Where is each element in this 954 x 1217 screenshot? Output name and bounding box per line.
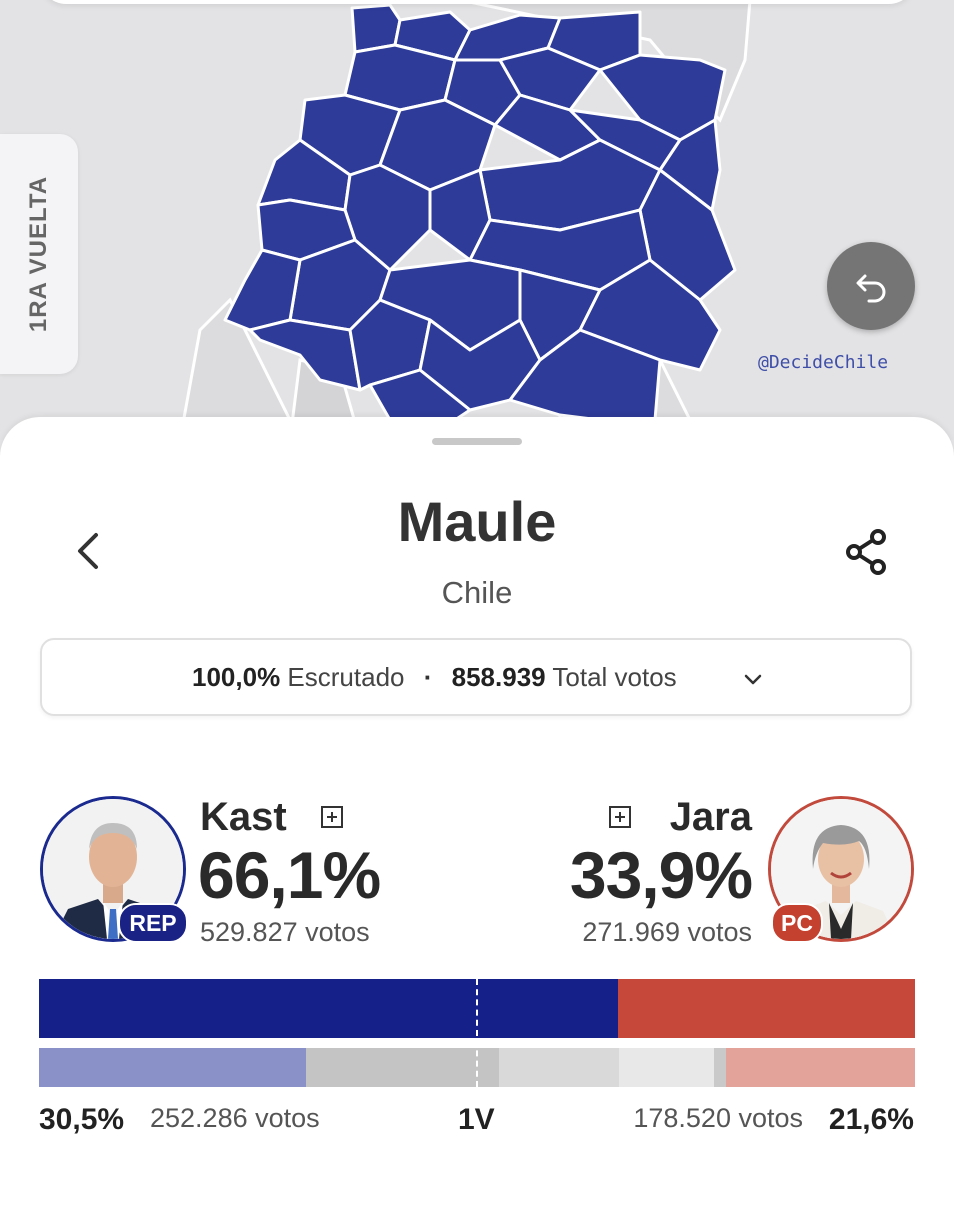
- share-icon: [846, 529, 886, 575]
- round-tab-label: 1RA VUELTA: [25, 175, 52, 333]
- chevron-down-icon: [744, 674, 762, 685]
- total-votes: 858.939: [451, 662, 546, 692]
- sheet-drag-handle[interactable]: [432, 438, 522, 445]
- first-round-label: 1V: [458, 1103, 495, 1136]
- runoff-bar-left: [39, 979, 618, 1038]
- undo-icon: [856, 274, 886, 303]
- first-round-segment: [306, 1048, 499, 1087]
- first-round-left-pct: 30,5%: [39, 1103, 125, 1136]
- candidate-left-name: Kast: [200, 795, 287, 839]
- separator-dot: ·: [423, 662, 433, 692]
- candidate-right-votes: 271.969 votos: [582, 917, 752, 947]
- results-map[interactable]: 1RA VUELTA @DecideChile: [0, 0, 954, 440]
- party-badge-right: PC: [771, 903, 823, 943]
- first-round-segment: [726, 1048, 915, 1087]
- results-sheet: Maule Chile 100,0% Escrutado · 858.939 T…: [0, 417, 954, 1217]
- first-round-segment: [499, 1048, 619, 1087]
- first-round-segment: [714, 1048, 726, 1087]
- runoff-bar-right: [618, 979, 915, 1038]
- commune: [223, 248, 302, 332]
- scrutinized-label: Escrutado: [287, 662, 405, 692]
- map-reset-button[interactable]: [827, 242, 915, 330]
- candidate-left-percentage: 66,1%: [198, 838, 381, 912]
- map-canvas[interactable]: [0, 0, 954, 440]
- first-round-right-pct: 21,6%: [828, 1103, 914, 1136]
- share-button[interactable]: [842, 527, 892, 577]
- scrutiny-summary-dropdown[interactable]: 100,0% Escrutado · 858.939 Total votos: [40, 638, 912, 716]
- majority-midline: [476, 979, 478, 1087]
- first-round-right-votes: 178.520 votos: [633, 1103, 803, 1133]
- candidate-right-percentage: 33,9%: [569, 838, 753, 912]
- credit-label: @DecideChile: [758, 352, 889, 373]
- expand-right-icon[interactable]: [608, 805, 632, 829]
- party-badge-left: REP: [118, 903, 188, 943]
- total-votes-label: Total votos: [552, 662, 677, 692]
- candidate-left-votes: 529.827 votos: [200, 917, 370, 947]
- first-round-left-votes: 252.286 votos: [150, 1103, 320, 1133]
- country-subtitle: Chile: [441, 575, 513, 610]
- scrutinized-pct: 100,0%: [192, 662, 281, 692]
- region-title: Maule: [397, 490, 557, 553]
- expand-left-icon[interactable]: [320, 805, 344, 829]
- round-tab[interactable]: 1RA VUELTA: [0, 134, 78, 374]
- candidate-right-name: Jara: [669, 795, 752, 839]
- first-round-segment: [39, 1048, 306, 1087]
- top-card-edge: [40, 0, 915, 4]
- first-round-segment: [619, 1048, 714, 1087]
